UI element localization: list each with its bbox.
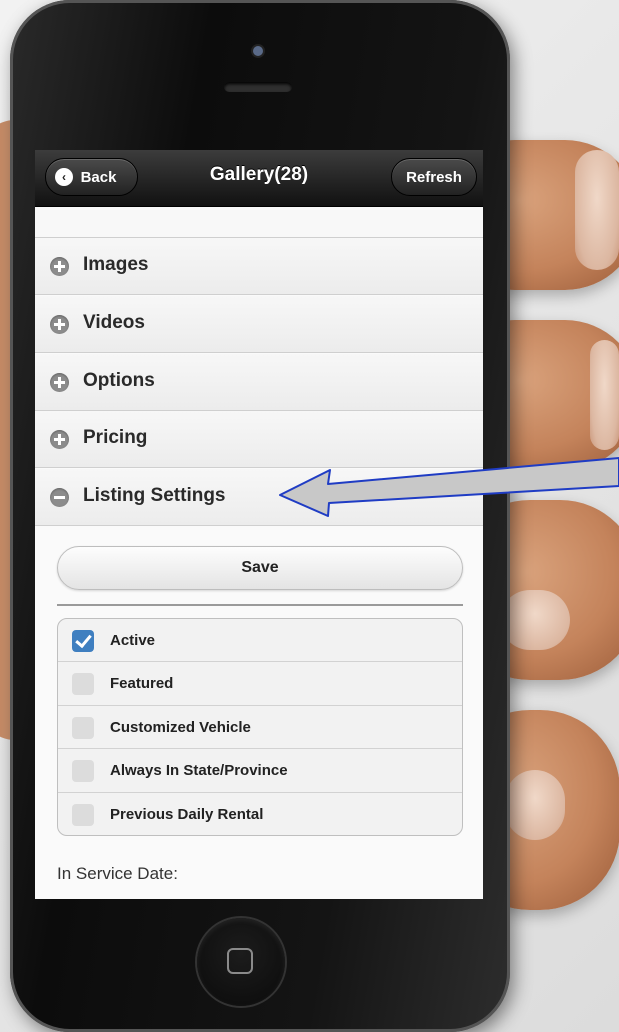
phone-body: Gallery(28) ‹ Back Refresh Images Videos… (10, 0, 510, 1032)
chevron-left-icon: ‹ (55, 168, 73, 186)
front-camera (253, 46, 263, 56)
fingernail-1 (575, 150, 619, 270)
section-label: Options (83, 370, 155, 391)
back-button[interactable]: ‹ Back (45, 158, 138, 196)
section-label: Images (83, 254, 149, 275)
checkbox-unchecked-icon[interactable] (72, 716, 94, 739)
plus-icon (50, 257, 69, 276)
fingernail-2 (590, 340, 619, 450)
back-button-label: Back (80, 168, 117, 186)
minus-icon (50, 488, 69, 507)
listing-settings-panel: Save Active Featured Customized Vehicle (35, 526, 483, 899)
in-service-date-label: In Service Date: (57, 864, 178, 883)
checkbox-always-in-state[interactable]: Always In State/Province (58, 749, 462, 793)
section-pricing[interactable]: Pricing (35, 411, 483, 468)
refresh-button[interactable]: Refresh (391, 158, 477, 196)
plus-icon (50, 430, 69, 449)
checkbox-unchecked-icon[interactable] (72, 760, 94, 783)
plus-icon (50, 315, 69, 334)
checkbox-customized-vehicle[interactable]: Customized Vehicle (58, 706, 462, 750)
checkbox-label: Active (110, 632, 156, 649)
app-screen: Gallery(28) ‹ Back Refresh Images Videos… (35, 150, 483, 899)
checkbox-label: Customized Vehicle (110, 718, 251, 736)
section-label: Pricing (83, 427, 148, 448)
section-label: Videos (83, 312, 145, 333)
section-videos[interactable]: Videos (35, 296, 483, 353)
save-button[interactable]: Save (57, 546, 463, 590)
plus-icon (50, 373, 69, 392)
checkbox-label: Previous Daily Rental (110, 805, 264, 823)
section-images[interactable]: Images (35, 238, 483, 295)
checkbox-label: Featured (110, 675, 174, 693)
checkbox-featured[interactable]: Featured (58, 662, 462, 706)
checkbox-active[interactable]: Active (58, 619, 462, 663)
checkbox-previous-daily-rental[interactable]: Previous Daily Rental (58, 793, 462, 835)
earpiece-speaker (224, 82, 292, 92)
checkbox-unchecked-icon[interactable] (72, 803, 94, 826)
checkbox-label: Always In State/Province (110, 762, 288, 780)
fingernail-4 (505, 770, 565, 840)
divider (57, 604, 463, 606)
home-button[interactable] (197, 918, 285, 1006)
section-label: Listing Settings (83, 485, 226, 506)
section-options[interactable]: Options (35, 354, 483, 411)
home-square-icon (227, 948, 253, 974)
checkbox-checked-icon[interactable] (72, 630, 94, 652)
nav-header: Gallery(28) ‹ Back Refresh (35, 150, 483, 207)
fingernail-3 (500, 590, 570, 650)
section-listing-settings[interactable]: Listing Settings (35, 469, 483, 526)
header-spacer (35, 207, 483, 238)
checkbox-unchecked-icon[interactable] (72, 673, 94, 696)
settings-checklist: Active Featured Customized Vehicle Alway… (57, 618, 463, 836)
